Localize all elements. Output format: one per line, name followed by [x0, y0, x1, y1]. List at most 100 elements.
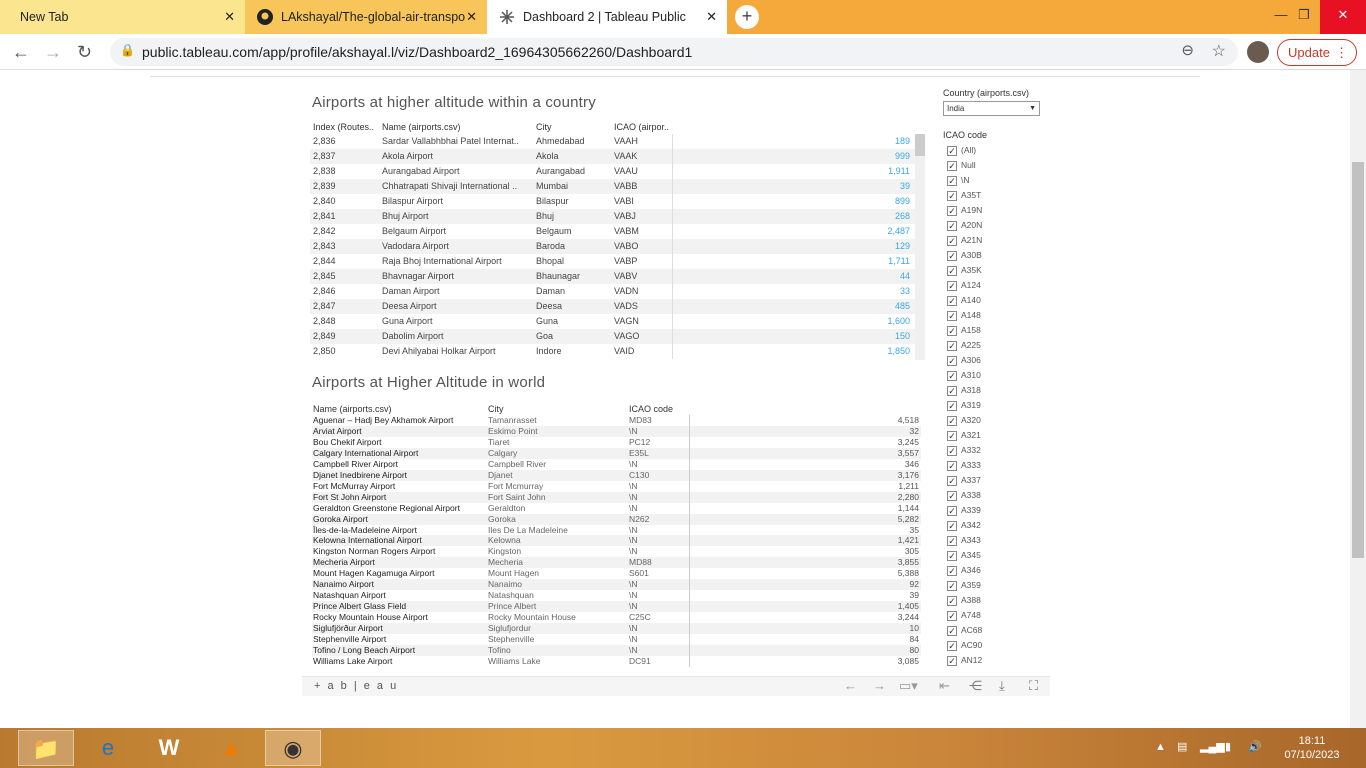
checkbox-icon[interactable]: ✓ — [947, 461, 957, 471]
window-close-button[interactable]: ✕ — [1320, 0, 1366, 34]
file-explorer-icon[interactable]: 📁 — [18, 730, 74, 766]
icao-checkbox-item[interactable]: ✓ (All) — [947, 144, 976, 159]
checkbox-icon[interactable]: ✓ — [947, 221, 957, 231]
new-tab-button[interactable]: + — [735, 5, 759, 29]
icao-checkbox-item[interactable]: ✓ A332 — [947, 444, 981, 459]
page-scrollbar[interactable] — [1350, 70, 1366, 728]
table-row[interactable]: Siglufjörður Airport Siglufjordur \N 10 — [312, 623, 921, 635]
reset-icon[interactable]: ⇤ — [939, 678, 950, 694]
icao-checkbox-item[interactable]: ✓ A19N — [947, 204, 982, 219]
table-row[interactable]: 2,839 Chhatrapati Shivaji International .… — [310, 179, 922, 194]
table-row[interactable]: 2,838 Aurangabad Airport Aurangabad VAAU 1,9… — [310, 164, 922, 179]
address-bar[interactable]: 🔒 public.tableau.com/app/profile/akshaya… — [110, 38, 1238, 66]
back-icon[interactable]: ← — [12, 42, 30, 63]
fullscreen-icon[interactable]: ⛶ — [1029, 678, 1038, 694]
icao-checkbox-item[interactable]: ✓ A337 — [947, 474, 981, 489]
icao-checkbox-item[interactable]: ✓ A319 — [947, 399, 981, 414]
icao-checkbox-item[interactable]: ✓ A338 — [947, 489, 981, 504]
table-row[interactable]: 2,847 Deesa Airport Deesa VADS 485 — [310, 299, 922, 314]
table-row[interactable]: Kelowna International Airport Kelowna \N 1,… — [312, 535, 921, 547]
icao-checkbox-item[interactable]: ✓ A158 — [947, 324, 981, 339]
checkbox-icon[interactable]: ✓ — [947, 191, 957, 201]
checkbox-icon[interactable]: ✓ — [947, 386, 957, 396]
checkbox-icon[interactable]: ✓ — [947, 371, 957, 381]
checkbox-icon[interactable]: ✓ — [947, 551, 957, 561]
icao-checkbox-item[interactable]: ✓ A345 — [947, 549, 981, 564]
table-row[interactable]: Bou Chekif Airport Tiaret PC12 3,245 — [312, 436, 921, 448]
table-row[interactable]: Calgary International Airport Calgary E35L… — [312, 447, 921, 459]
icao-checkbox-item[interactable]: ✓ A21N — [947, 234, 982, 249]
table-row[interactable]: Tofino / Long Beach Airport Tofino \N 80 — [312, 644, 921, 656]
icao-checkbox-item[interactable]: ✓ A339 — [947, 504, 981, 519]
volume-icon[interactable]: 🔊 — [1248, 740, 1262, 753]
checkbox-icon[interactable]: ✓ — [947, 521, 957, 531]
undo-icon[interactable]: ← — [844, 678, 857, 693]
table-row[interactable]: 2,842 Belgaum Airport Belgaum VABM 2,487 — [310, 224, 922, 239]
page-scroll-thumb[interactable] — [1352, 162, 1364, 558]
close-icon[interactable]: ✕ — [224, 0, 235, 34]
icao-checkbox-item[interactable]: ✓ A388 — [947, 594, 981, 609]
close-icon[interactable]: ✕ — [466, 0, 477, 34]
table-row[interactable]: 2,848 Guna Airport Guna VAGN 1,600 — [310, 314, 922, 329]
checkbox-icon[interactable]: ✓ — [947, 626, 957, 636]
checkbox-icon[interactable]: ✓ — [947, 416, 957, 426]
checkbox-icon[interactable]: ✓ — [947, 446, 957, 456]
table-row[interactable]: Aguenar – Hadj Bey Akhamok Airport Tamanr… — [312, 415, 921, 426]
update-button[interactable]: Update ⋮ — [1277, 39, 1357, 66]
icao-checkbox-item[interactable]: ✓ A343 — [947, 534, 981, 549]
table-row[interactable]: Natashquan Airport Natashquan \N 39 — [312, 590, 921, 602]
icao-checkbox-item[interactable]: ✓ A748 — [947, 609, 981, 624]
icao-checkbox-item[interactable]: ✓ A148 — [947, 309, 981, 324]
reload-icon[interactable]: ↻ — [77, 42, 92, 63]
icao-checkbox-item[interactable]: ✓ A342 — [947, 519, 981, 534]
checkbox-icon[interactable]: ✓ — [947, 566, 957, 576]
icao-checkbox-item[interactable]: ✓ \N — [947, 174, 970, 189]
icao-checkbox-item[interactable]: ✓ A359 — [947, 579, 981, 594]
table-row[interactable]: Geraldton Greenstone Regional Airport Ger… — [312, 502, 921, 514]
icao-checkbox-item[interactable]: ✓ A140 — [947, 294, 981, 309]
table-row[interactable]: Djanet Inedbirene Airport Djanet C130 3,176 — [312, 469, 921, 481]
revert-icon[interactable]: ▭▾ — [899, 678, 918, 694]
icao-checkbox-item[interactable]: ✓ A333 — [947, 459, 981, 474]
table-row[interactable]: 2,843 Vadodara Airport Baroda VABO 129 — [310, 239, 922, 254]
checkbox-icon[interactable]: ✓ — [947, 401, 957, 411]
battery-icon[interactable]: ▮ — [1225, 740, 1231, 753]
bookmark-star-icon[interactable]: ☆ — [1212, 41, 1226, 61]
checkbox-icon[interactable]: ✓ — [947, 251, 957, 261]
chrome-icon[interactable]: ◉ — [265, 730, 321, 766]
redo-icon[interactable]: → — [873, 678, 886, 693]
icao-checkbox-item[interactable]: ✓ A30B — [947, 249, 982, 264]
device-icon[interactable]: ▤ — [1177, 740, 1187, 753]
forward-icon[interactable]: → — [44, 42, 62, 63]
tableau-logo[interactable]: + a b | e a u — [314, 680, 398, 692]
col-header-city[interactable]: City — [536, 122, 552, 132]
icao-checkbox-item[interactable]: ✓ A318 — [947, 384, 981, 399]
icao-checkbox-item[interactable]: ✓ A320 — [947, 414, 981, 429]
col-header-name[interactable]: Name (airports.csv) — [313, 404, 392, 414]
table-row[interactable]: Stephenville Airport Stephenville \N 84 — [312, 634, 921, 645]
table-row[interactable]: Mecheria Airport Mecheria MD88 3,855 — [312, 557, 921, 569]
download-icon[interactable]: ⤓ — [999, 678, 1005, 694]
table-row[interactable]: Fort St John Airport Fort Saint John \N 2,2… — [312, 491, 921, 503]
icao-checkbox-item[interactable]: ✓ A310 — [947, 369, 981, 384]
table-row[interactable]: 2,844 Raja Bhoj International Airport Bhop… — [310, 254, 922, 269]
icao-checkbox-item[interactable]: ✓ Null — [947, 159, 976, 174]
checkbox-icon[interactable]: ✓ — [947, 176, 957, 186]
table-row[interactable]: 2,837 Akola Airport Akola VAAK 999 — [310, 149, 922, 164]
table-row[interactable]: Arviat Airport Eskimo Point \N 32 — [312, 425, 921, 437]
table-row[interactable]: 2,840 Bilaspur Airport Bilaspur VABI 899 — [310, 194, 922, 209]
table-row[interactable]: Kingston Norman Rogers Airport Kingston \N… — [312, 546, 921, 558]
checkbox-icon[interactable]: ✓ — [947, 296, 957, 306]
icao-checkbox-item[interactable]: ✓ AN12 — [947, 654, 982, 669]
icao-checkbox-item[interactable]: ✓ A35K — [947, 264, 982, 279]
table-row[interactable]: 2,845 Bhavnagar Airport Bhaunagar VABV 44 — [310, 269, 922, 284]
checkbox-icon[interactable]: ✓ — [947, 206, 957, 216]
table-row[interactable]: Nanaimo Airport Nanaimo \N 92 — [312, 579, 921, 591]
zoom-icon[interactable]: ⊖ — [1181, 41, 1194, 59]
table-row[interactable]: Mount Hagen Kagamuga Airport Mount Hagen S… — [312, 568, 921, 580]
checkbox-icon[interactable]: ✓ — [947, 146, 957, 156]
table-scrollbar[interactable] — [915, 134, 925, 360]
show-hidden-icons-icon[interactable]: ▲ — [1155, 741, 1166, 753]
checkbox-icon[interactable]: ✓ — [947, 476, 957, 486]
checkbox-icon[interactable]: ✓ — [947, 431, 957, 441]
